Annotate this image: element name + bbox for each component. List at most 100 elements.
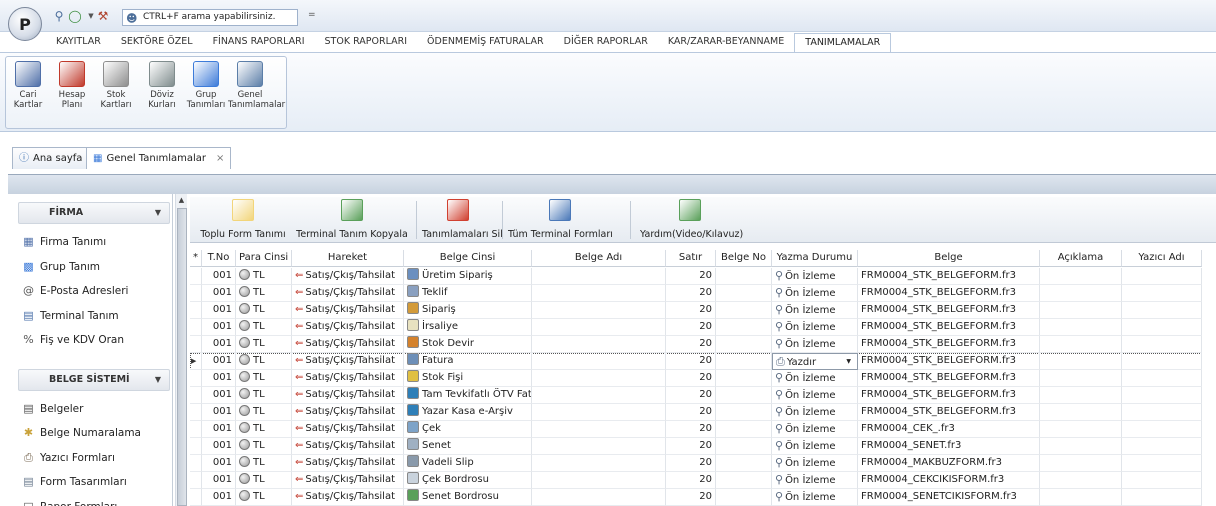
cell-aciklama[interactable] [1040, 472, 1122, 489]
cell-hareket[interactable]: ⇐ Satış/Çkış/Tahsilat [292, 302, 404, 319]
tab-5[interactable]: DİĞER RAPORLAR [554, 33, 658, 53]
cell-aciklama[interactable] [1040, 268, 1122, 285]
cell-satir[interactable]: 20 [666, 472, 716, 489]
table-row[interactable]: 001 TL ⇐ Satış/Çkış/Tahsilat Yazar Kasa e-Ar… [190, 404, 1202, 421]
cell-belge[interactable]: FRM0004_STK_BELGEFORM.fr3 [858, 387, 1040, 404]
cell-cins[interactable]: Çek [404, 421, 532, 438]
cell-yazma[interactable]: ⚲ Ön İzleme [772, 370, 858, 387]
cell-tno[interactable]: 001 [202, 268, 236, 285]
cell-aciklama[interactable] [1040, 387, 1122, 404]
cell-satir[interactable]: 20 [666, 370, 716, 387]
cell-tno[interactable]: 001 [202, 353, 236, 370]
cell-cins[interactable]: Stok Fişi [404, 370, 532, 387]
ribbon-button-2[interactable]: Stok Kartları [94, 61, 138, 110]
cell-cins[interactable]: Üretim Sipariş [404, 268, 532, 285]
toolbar-button-1[interactable]: Terminal Tanım Kopyala [294, 199, 410, 241]
cell-hareket[interactable]: ⇐ Satış/Çkış/Tahsilat [292, 438, 404, 455]
cell-yazici[interactable] [1122, 387, 1202, 404]
column-header-yazma[interactable]: Yazma Durumu [772, 250, 858, 267]
cell-yazma[interactable]: ⚲ Ön İzleme [772, 387, 858, 404]
cell-no[interactable] [716, 319, 772, 336]
cell-yazici[interactable] [1122, 404, 1202, 421]
cell-adi[interactable] [532, 285, 666, 302]
cell-para[interactable]: TL [236, 421, 292, 438]
cell-cins[interactable]: Senet Bordrosu [404, 489, 532, 506]
cell-no[interactable] [716, 353, 772, 370]
cell-yazma[interactable]: ⚲ Ön İzleme [772, 472, 858, 489]
cell-aciklama[interactable] [1040, 353, 1122, 370]
cell-belge[interactable]: FRM0004_STK_BELGEFORM.fr3 [858, 319, 1040, 336]
cell-yazma[interactable]: ⚲ Ön İzleme [772, 438, 858, 455]
cell-cins[interactable]: Çek Bordrosu [404, 472, 532, 489]
cell-belge[interactable]: FRM0004_CEK_.fr3 [858, 421, 1040, 438]
cell-satir[interactable]: 20 [666, 387, 716, 404]
cell-para[interactable]: TL [236, 353, 292, 370]
nav-item-1-4[interactable]: □ Rapor Formları [18, 497, 170, 506]
cell-hareket[interactable]: ⇐ Satış/Çkış/Tahsilat [292, 404, 404, 421]
nav-item-1-0[interactable]: ▤ Belgeler [18, 399, 170, 419]
cell-aciklama[interactable] [1040, 404, 1122, 421]
cell-yazma[interactable]: ⚲ Ön İzleme [772, 319, 858, 336]
cell-hareket[interactable]: ⇐ Satış/Çkış/Tahsilat [292, 387, 404, 404]
table-row[interactable]: 001 TL ⇐ Satış/Çkış/Tahsilat Sipariş 20 ⚲ Ön İz… [190, 302, 1202, 319]
cell-no[interactable] [716, 472, 772, 489]
cell-adi[interactable] [532, 489, 666, 506]
table-row[interactable]: ▶ 001 TL ⇐ Satış/Çkış/Tahsilat Fatura 20 ⎙ Yazdı… [190, 353, 1202, 370]
column-header-para[interactable]: Para Cinsi [236, 250, 292, 267]
cell-yazma[interactable]: ⚲ Ön İzleme [772, 489, 858, 506]
ribbon-button-4[interactable]: Grup Tanımları [184, 61, 228, 110]
cell-adi[interactable] [532, 319, 666, 336]
cell-belge[interactable]: FRM0004_CEKCIKISFORM.fr3 [858, 472, 1040, 489]
cell-hareket[interactable]: ⇐ Satış/Çkış/Tahsilat [292, 421, 404, 438]
chevron-down-icon[interactable]: ▼ [155, 203, 161, 223]
cell-yazici[interactable] [1122, 353, 1202, 370]
cell-satir[interactable]: 20 [666, 302, 716, 319]
cell-tno[interactable]: 001 [202, 489, 236, 506]
cell-aciklama[interactable] [1040, 455, 1122, 472]
ribbon-button-0[interactable]: Cari Kartlar [6, 61, 50, 110]
cell-aciklama[interactable] [1040, 285, 1122, 302]
cell-yazici[interactable] [1122, 421, 1202, 438]
cell-adi[interactable] [532, 302, 666, 319]
app-menu-button[interactable]: P [8, 7, 42, 41]
nav-item-1-1[interactable]: ✱ Belge Numaralama [18, 423, 170, 443]
cell-yazma[interactable]: ⚲ Ön İzleme [772, 302, 858, 319]
quick-access-dropdown[interactable]: = [308, 10, 316, 20]
column-header-no[interactable]: Belge No [716, 250, 772, 267]
cell-yazici[interactable] [1122, 472, 1202, 489]
cell-cins[interactable]: Vadeli Slip [404, 455, 532, 472]
column-header-belge[interactable]: Belge [858, 250, 1040, 267]
cell-cins[interactable]: Fatura [404, 353, 532, 370]
column-header-tno[interactable]: T.No [202, 250, 236, 267]
cell-para[interactable]: TL [236, 489, 292, 506]
nav-item-0-2[interactable]: @ E-Posta Adresleri [18, 281, 170, 301]
ribbon-button-3[interactable]: Döviz Kurları [140, 61, 184, 110]
cell-no[interactable] [716, 285, 772, 302]
cell-yazici[interactable] [1122, 336, 1202, 353]
cell-yazici[interactable] [1122, 302, 1202, 319]
toolbar-button-3[interactable]: Tüm Terminal Formları [508, 199, 613, 241]
cell-no[interactable] [716, 336, 772, 353]
cell-para[interactable]: TL [236, 336, 292, 353]
nav-item-1-2[interactable]: ⎙ Yazıcı Formları [18, 448, 170, 468]
cell-hareket[interactable]: ⇐ Satış/Çkış/Tahsilat [292, 319, 404, 336]
cell-adi[interactable] [532, 268, 666, 285]
cell-belge[interactable]: FRM0004_STK_BELGEFORM.fr3 [858, 404, 1040, 421]
column-header-cins[interactable]: Belge Cinsi [404, 250, 532, 267]
cell-para[interactable]: TL [236, 404, 292, 421]
cell-hareket[interactable]: ⇐ Satış/Çkış/Tahsilat [292, 455, 404, 472]
cell-yazma[interactable]: ⚲ Ön İzleme [772, 421, 858, 438]
cell-satir[interactable]: 20 [666, 489, 716, 506]
nav-section-1[interactable]: BELGE SİSTEMİ ▼ [18, 368, 170, 391]
cell-satir[interactable]: 20 [666, 404, 716, 421]
cell-belge[interactable]: FRM0004_STK_BELGEFORM.fr3 [858, 353, 1040, 370]
cell-tno[interactable]: 001 [202, 336, 236, 353]
cell-satir[interactable]: 20 [666, 438, 716, 455]
cell-cins[interactable]: Senet [404, 438, 532, 455]
cell-tno[interactable]: 001 [202, 455, 236, 472]
table-row[interactable]: 001 TL ⇐ Satış/Çkış/Tahsilat Tam Tevkifatlı … [190, 387, 1202, 404]
cell-para[interactable]: TL [236, 319, 292, 336]
cell-tno[interactable]: 001 [202, 438, 236, 455]
tab-1[interactable]: SEKTÖRE ÖZEL [111, 33, 203, 53]
tab-7[interactable]: TANIMLAMALAR [794, 33, 892, 53]
